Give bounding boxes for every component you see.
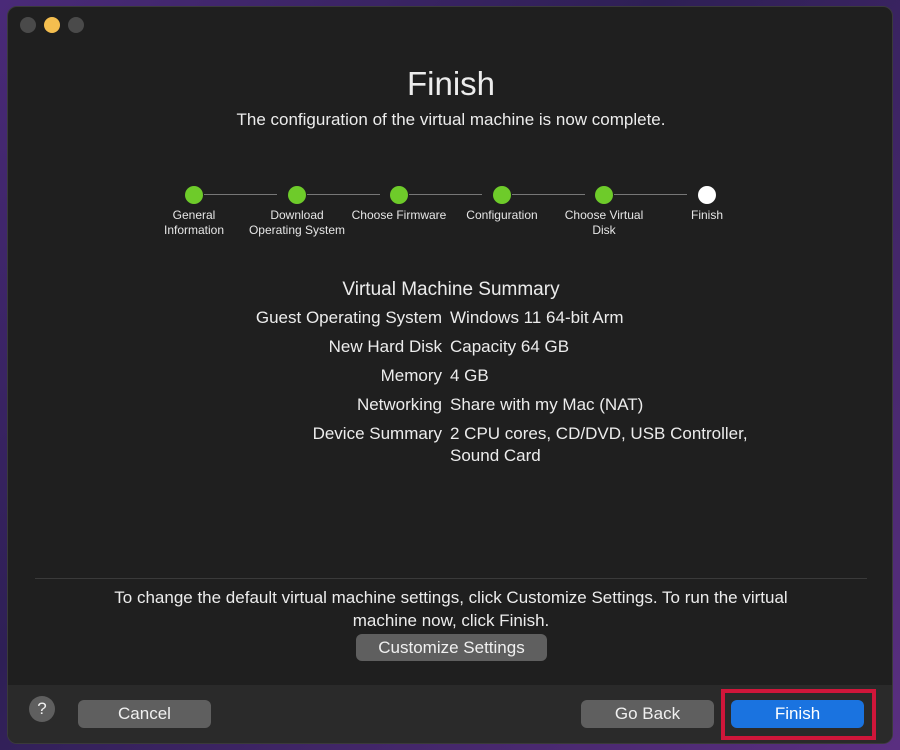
divider [35,578,867,579]
step-complete-icon [390,186,408,204]
summary-key: Device Summary [312,424,442,443]
customize-settings-button[interactable]: Customize Settings [356,634,547,661]
summary-value: 4 GB [450,366,489,385]
close-icon[interactable] [20,17,36,33]
summary-key: Memory [380,366,442,385]
step-complete-icon [595,186,613,204]
step-label-configuration: Configuration [466,208,538,222]
step-label-choose-firmware: Choose Firmware [351,208,447,222]
page-title: Finish [406,65,496,102]
step-label-download-os: Download Operating System [248,208,346,237]
step-label-choose-virtual-disk: Choose Virtual Disk [564,208,644,237]
summary-title: Virtual Machine Summary [342,279,560,300]
vm-wizard-window: Finish The configuration of the virtual … [7,6,893,744]
wizard-steps: General Information Download Operating S… [8,185,892,265]
step-complete-icon [493,186,511,204]
step-connector [512,194,585,195]
window-controls [20,17,84,33]
minimize-icon[interactable] [44,17,60,33]
step-connector [409,194,482,195]
step-current-icon [698,186,716,204]
step-label-general-information: General Information [163,208,225,237]
zoom-icon[interactable] [68,17,84,33]
summary-key: New Hard Disk [328,337,442,356]
summary-key: Guest Operating System [255,308,442,327]
finish-button[interactable]: Finish [731,700,864,728]
page-subtitle: The configuration of the virtual machine… [236,110,666,129]
step-complete-icon [185,186,203,204]
step-complete-icon [288,186,306,204]
step-connector [204,194,277,195]
summary-value: 2 CPU cores, CD/DVD, USB Controller, Sou… [450,424,748,465]
summary-key: Networking [356,395,442,414]
instruction-text: To change the default virtual machine se… [114,588,788,630]
summary-value: Windows 11 64-bit Arm [450,308,624,327]
summary-value: Share with my Mac (NAT) [450,395,644,414]
help-icon[interactable]: ? [29,696,55,722]
step-label-finish: Finish [690,208,723,222]
cancel-button[interactable]: Cancel [78,700,211,728]
go-back-button[interactable]: Go Back [581,700,714,728]
step-connector [307,194,380,195]
footer-bar: ? Cancel Go Back Finish [8,685,892,743]
summary-value: Capacity 64 GB [450,337,570,356]
step-connector [614,194,687,195]
